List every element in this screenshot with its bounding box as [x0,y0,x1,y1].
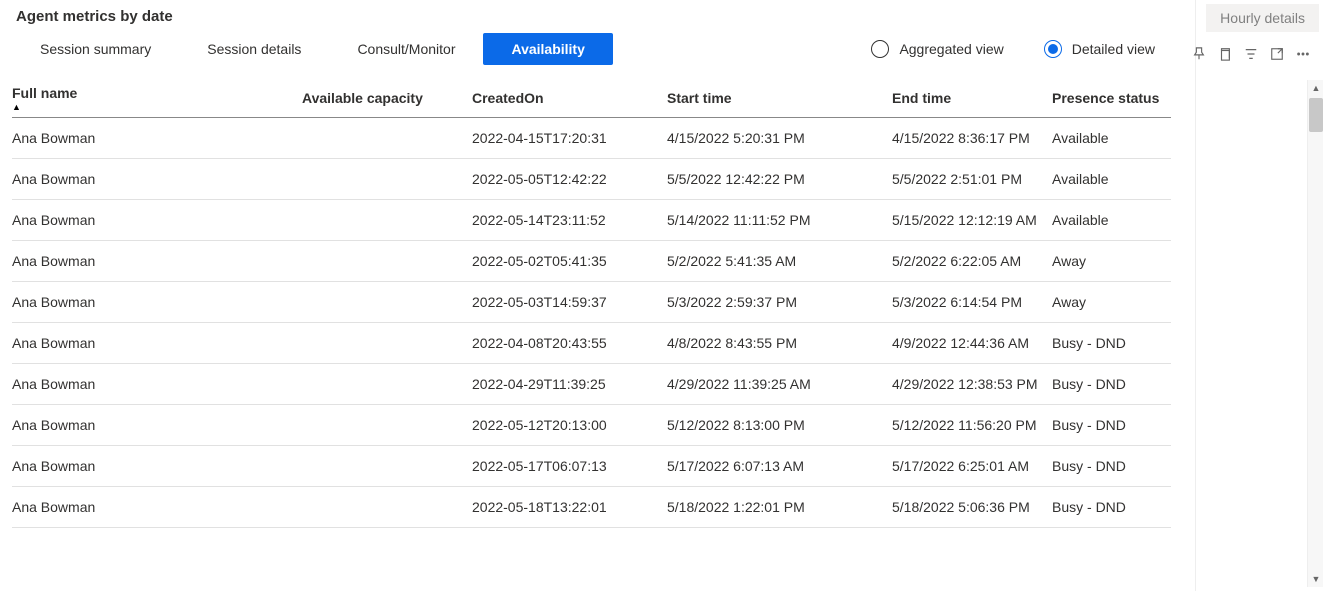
tab-session-details[interactable]: Session details [179,33,329,65]
cell-start-time: 4/8/2022 8:43:55 PM [667,335,892,351]
scroll-thumb[interactable] [1309,98,1323,132]
copy-icon[interactable] [1217,46,1233,62]
table-row[interactable]: Ana Bowman 2022-05-18T13:22:015/18/2022 1… [12,487,1171,528]
pin-icon[interactable] [1191,46,1207,62]
cell-start-time: 5/3/2022 2:59:37 PM [667,294,892,310]
table-row[interactable]: Ana Bowman 2022-04-08T20:43:554/8/2022 8:… [12,323,1171,364]
cell-end-time: 5/5/2022 2:51:01 PM [892,171,1052,187]
cell-full-name: Ana Bowman [12,458,302,474]
cell-start-time: 5/12/2022 8:13:00 PM [667,417,892,433]
radio-aggregated-view[interactable]: Aggregated view [871,40,1003,58]
cell-end-time: 5/3/2022 6:14:54 PM [892,294,1052,310]
cell-created-on: 2022-04-08T20:43:55 [472,335,667,351]
tab-availability[interactable]: Availability [483,33,612,65]
cell-start-time: 5/14/2022 11:11:52 PM [667,212,892,228]
cell-presence: Busy - DND [1052,417,1171,433]
table-row[interactable]: Ana Bowman 2022-05-03T14:59:375/3/2022 2:… [12,282,1171,323]
cell-full-name: Ana Bowman [12,499,302,515]
focus-mode-icon[interactable] [1269,46,1285,62]
table-row[interactable]: Ana Bowman 2022-04-15T17:20:314/15/2022 5… [12,118,1171,159]
sort-asc-icon: ▲ [12,103,21,111]
cell-full-name: Ana Bowman [12,171,302,187]
more-options-icon[interactable] [1295,46,1311,62]
cell-created-on: 2022-05-02T05:41:35 [472,253,667,269]
cell-start-time: 4/15/2022 5:20:31 PM [667,130,892,146]
hourly-details-button[interactable]: Hourly details [1206,4,1319,32]
cell-full-name: Ana Bowman [12,130,302,146]
filter-icon[interactable] [1243,46,1259,62]
cell-created-on: 2022-05-03T14:59:37 [472,294,667,310]
table-row[interactable]: Ana Bowman 2022-05-12T20:13:005/12/2022 8… [12,405,1171,446]
cell-created-on: 2022-05-14T23:11:52 [472,212,667,228]
column-header[interactable]: Presence status [1052,90,1171,106]
vertical-scrollbar[interactable]: ▲ ▼ [1307,80,1323,587]
table-row[interactable]: Ana Bowman 2022-05-14T23:11:525/14/2022 1… [12,200,1171,241]
cell-end-time: 5/18/2022 5:06:36 PM [892,499,1052,515]
scroll-up-icon[interactable]: ▲ [1308,80,1323,96]
table-row[interactable]: Ana Bowman 2022-05-05T12:42:225/5/2022 12… [12,159,1171,200]
cell-presence: Away [1052,294,1171,310]
cell-full-name: Ana Bowman [12,376,302,392]
radio-icon [1044,40,1062,58]
cell-created-on: 2022-05-12T20:13:00 [472,417,667,433]
cell-start-time: 4/29/2022 11:39:25 AM [667,376,892,392]
column-header[interactable]: End time [892,90,1052,106]
tab-consult-monitor[interactable]: Consult/Monitor [329,33,483,65]
cell-presence: Busy - DND [1052,335,1171,351]
column-header[interactable]: Full name▲ [12,85,302,111]
column-header[interactable]: Available capacity [302,90,472,106]
cell-full-name: Ana Bowman [12,212,302,228]
radio-detailed-view[interactable]: Detailed view [1044,40,1155,58]
cell-created-on: 2022-05-17T06:07:13 [472,458,667,474]
cell-full-name: Ana Bowman [12,294,302,310]
column-header[interactable]: Start time [667,90,892,106]
page-title: Agent metrics by date [12,8,1195,29]
cell-created-on: 2022-05-18T13:22:01 [472,499,667,515]
cell-end-time: 4/29/2022 12:38:53 PM [892,376,1052,392]
cell-full-name: Ana Bowman [12,253,302,269]
cell-presence: Busy - DND [1052,458,1171,474]
cell-start-time: 5/2/2022 5:41:35 AM [667,253,892,269]
cell-presence: Busy - DND [1052,376,1171,392]
cell-presence: Available [1052,171,1171,187]
cell-start-time: 5/18/2022 1:22:01 PM [667,499,892,515]
hourly-details-label: Hourly details [1220,10,1305,26]
cell-end-time: 5/12/2022 11:56:20 PM [892,417,1052,433]
cell-end-time: 4/9/2022 12:44:36 AM [892,335,1052,351]
cell-presence: Available [1052,130,1171,146]
cell-presence: Busy - DND [1052,499,1171,515]
cell-start-time: 5/5/2022 12:42:22 PM [667,171,892,187]
radio-icon [871,40,889,58]
scroll-down-icon[interactable]: ▼ [1308,571,1323,587]
cell-end-time: 5/17/2022 6:25:01 AM [892,458,1052,474]
cell-presence: Available [1052,212,1171,228]
cell-end-time: 4/15/2022 8:36:17 PM [892,130,1052,146]
table-row[interactable]: Ana Bowman2022-05-17T06:07:135/17/2022 6… [12,446,1171,487]
cell-full-name: Ana Bowman [12,417,302,433]
table-row[interactable]: Ana Bowman2022-04-29T11:39:254/29/2022 1… [12,364,1171,405]
table-row[interactable]: Ana Bowman 2022-05-02T05:41:355/2/2022 5:… [12,241,1171,282]
cell-created-on: 2022-05-05T12:42:22 [472,171,667,187]
tab-session-summary[interactable]: Session summary [12,33,179,65]
cell-presence: Away [1052,253,1171,269]
cell-end-time: 5/15/2022 12:12:19 AM [892,212,1052,228]
cell-start-time: 5/17/2022 6:07:13 AM [667,458,892,474]
radio-detailed-label: Detailed view [1072,41,1155,57]
radio-aggregated-label: Aggregated view [899,41,1003,57]
cell-created-on: 2022-04-29T11:39:25 [472,376,667,392]
column-header[interactable]: CreatedOn [472,90,667,106]
cell-created-on: 2022-04-15T17:20:31 [472,130,667,146]
cell-end-time: 5/2/2022 6:22:05 AM [892,253,1052,269]
cell-full-name: Ana Bowman [12,335,302,351]
